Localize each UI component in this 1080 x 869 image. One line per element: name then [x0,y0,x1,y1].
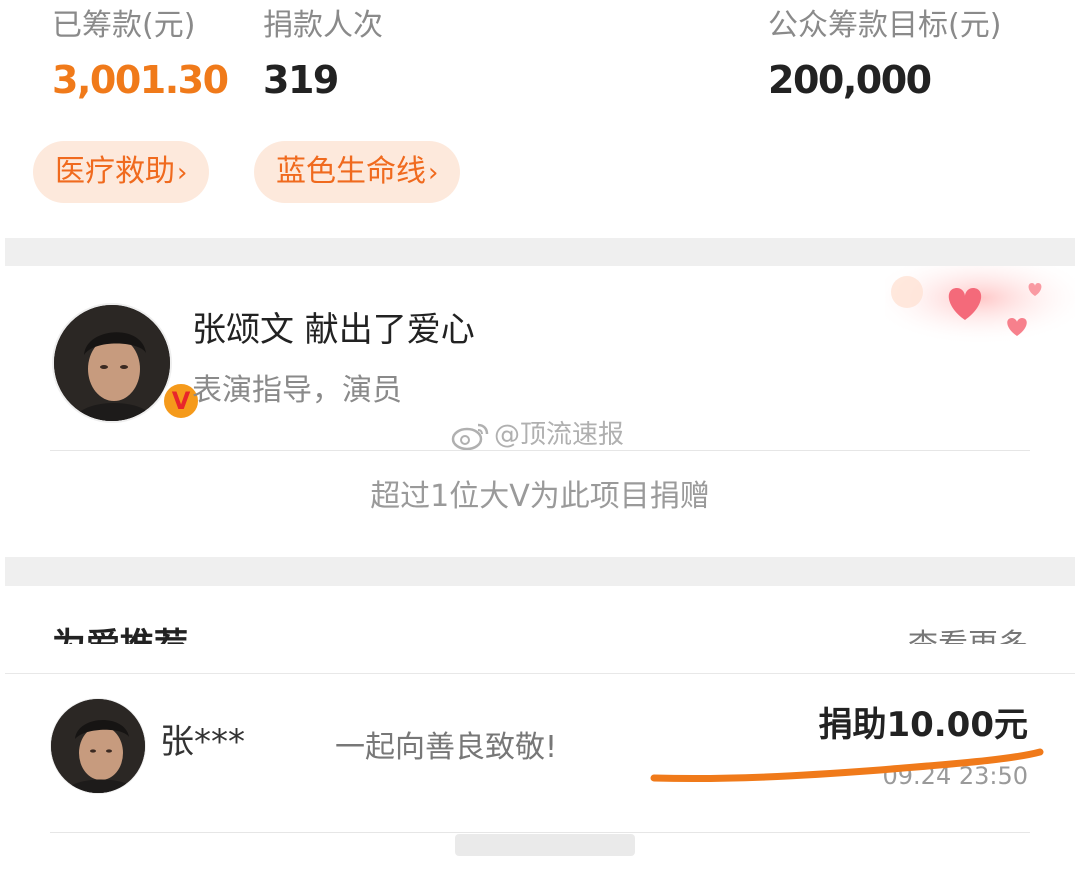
raised-value: 3,001.30 [52,58,229,102]
raised-label: 已筹款(元) [52,8,196,43]
chevron-right-icon: › [177,158,188,188]
donation-time: 09.24 23:50 [882,762,1029,790]
divider [50,450,1030,451]
watermark-bar [455,834,635,856]
tag-label: 蓝色生命线 [276,154,426,189]
chevron-right-icon: › [428,158,439,188]
raised-stat: 已筹款(元) 3,001.30 [52,6,229,106]
donation-amount: 捐助10.00元 [818,705,1028,745]
avatar-image [54,305,170,421]
donor-count-label: 捐款人次 [263,8,383,43]
donor-avatar[interactable] [50,698,146,794]
more-celebrities-link[interactable]: 超过1位大V为此项目捐赠 [5,476,1075,518]
celebrity-description: 表演指导，演员 [192,373,402,408]
hearts-decoration-icon [885,266,1075,346]
fundraising-stats: 已筹款(元) 3,001.30 捐款人次 319 公众筹款目标(元) 200,0… [0,0,1080,238]
tag-medical-aid[interactable]: 医疗救助› [33,141,210,203]
recommend-header: 为爱推荐 查看更多 [0,586,1080,644]
target-value: 200,000 [768,58,932,102]
view-more-link[interactable]: 查看更多 [908,626,1028,644]
donor-name: 张*** [160,722,245,762]
donation-record[interactable]: 张*** 一起向善良致敬! 捐助10.00元 09.24 23:50 [5,673,1075,864]
celebrity-avatar[interactable] [52,303,172,423]
weibo-logo-icon [451,423,489,450]
section-divider [5,238,1075,266]
celebrity-name-line: 张颂文 献出了爱心 [192,310,475,350]
avatar-image [51,699,145,793]
target-stat: 公众筹款目标(元) 200,000 [768,6,1001,106]
celebrity-donor-card[interactable]: V 张颂文 献出了爱心 表演指导，演员 @顶流速报 超过1位大V为此项目捐赠 [5,266,1075,557]
tag-blue-lifeline[interactable]: 蓝色生命线› [254,141,461,203]
tag-label: 医疗救助 [55,154,175,189]
watermark-text: @顶流速报 [494,420,625,450]
donor-message: 一起向善良致敬! [335,730,558,765]
watermark: @顶流速报 [450,415,624,455]
recommend-title: 为爱推荐 [52,626,188,644]
section-divider [5,557,1075,586]
donor-count-stat: 捐款人次 319 [263,6,383,106]
target-label: 公众筹款目标(元) [768,8,1002,43]
donor-count-value: 319 [263,58,339,102]
